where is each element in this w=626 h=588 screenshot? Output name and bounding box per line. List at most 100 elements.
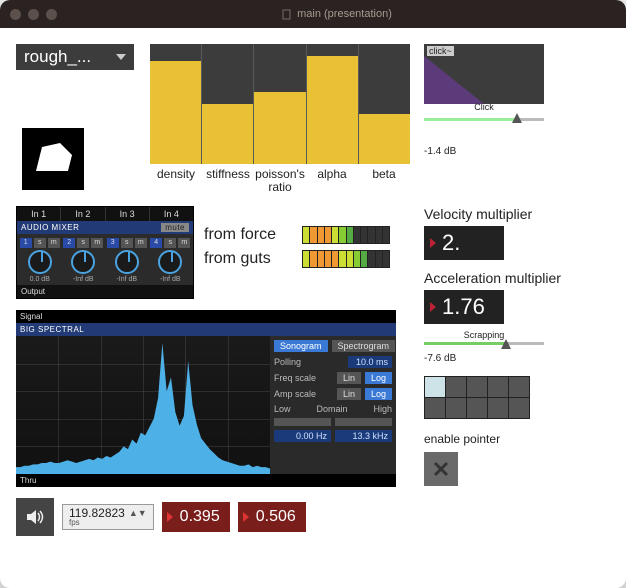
click-slider[interactable]: Click	[424, 110, 544, 136]
channel-num[interactable]: 3	[107, 238, 119, 248]
solo-button[interactable]: s	[164, 238, 176, 248]
grid-button[interactable]	[488, 377, 508, 397]
mixer-tab[interactable]: In 3	[106, 207, 150, 221]
amp-log-button[interactable]: Log	[365, 388, 392, 400]
bar-label: alpha	[306, 168, 358, 194]
bar-poisson-s-ratio[interactable]	[254, 92, 305, 164]
fps-stepper-icon[interactable]: ▲▼	[129, 509, 147, 518]
bar-label: poisson's ratio	[254, 168, 306, 194]
close-icon[interactable]	[10, 9, 21, 20]
speaker-icon	[24, 506, 46, 528]
gain-knob[interactable]	[28, 250, 52, 274]
domain-low-label: Low	[274, 404, 291, 414]
freq-lin-button[interactable]: Lin	[337, 372, 361, 384]
speaker-toggle[interactable]	[16, 498, 54, 536]
preset-grid[interactable]	[424, 376, 530, 419]
minimize-icon[interactable]	[28, 9, 39, 20]
bottom-value-1[interactable]: 0.395	[162, 502, 230, 532]
gain-knob[interactable]	[158, 250, 182, 274]
velocity-multiplier-block: Velocity multiplier 2.	[424, 206, 532, 260]
window-title: main (presentation)	[297, 8, 392, 20]
freq-log-button[interactable]: Log	[365, 372, 392, 384]
channel-db: 0.0 dB	[19, 276, 61, 283]
grid-button[interactable]	[488, 398, 508, 418]
mute-button[interactable]: m	[91, 238, 103, 248]
grid-button[interactable]	[509, 377, 529, 397]
grid-button[interactable]	[446, 398, 466, 418]
object-shape-preview	[22, 128, 84, 190]
document-icon	[281, 9, 292, 20]
grid-button[interactable]	[467, 377, 487, 397]
bar-label: stiffness	[202, 168, 254, 194]
meter-label: from force	[204, 226, 294, 244]
mute-button[interactable]: m	[135, 238, 147, 248]
polling-value[interactable]: 10.0 ms	[348, 356, 392, 368]
mute-button[interactable]: m	[178, 238, 190, 248]
bar-beta[interactable]	[359, 114, 410, 164]
zoom-icon[interactable]	[46, 9, 57, 20]
grid-button[interactable]	[446, 377, 466, 397]
level-meters: from forcefrom guts	[204, 226, 404, 274]
window-controls[interactable]	[10, 9, 57, 20]
level-meter	[302, 226, 390, 244]
material-bars[interactable]: densitystiffnesspoisson's ratioalphabeta	[150, 44, 410, 194]
grid-button[interactable]	[509, 398, 529, 418]
bar-stiffness[interactable]	[202, 104, 253, 164]
preset-label: rough_...	[24, 47, 91, 67]
click-slider-thumb[interactable]	[512, 113, 522, 123]
scrapping-slider[interactable]: Scrapping -7.6 dB	[424, 330, 544, 364]
sonogram-tab[interactable]: Sonogram	[274, 340, 328, 352]
fps-display[interactable]: 119.82823 ▲▼ fps	[62, 504, 154, 530]
enable-pointer-toggle[interactable]	[424, 452, 458, 486]
freq-max-value[interactable]: 13.3 kHz	[335, 430, 392, 442]
freq-scale-label: Freq scale	[274, 373, 333, 383]
channel-num[interactable]: 2	[63, 238, 75, 248]
mixer-tab[interactable]: In 4	[150, 207, 193, 221]
fps-unit: fps	[69, 519, 80, 527]
gain-knob[interactable]	[115, 250, 139, 274]
bar-alpha[interactable]	[307, 56, 358, 164]
bar-density[interactable]	[150, 61, 201, 164]
big-spectral: Signal BIG SPECTRAL Sonogram Spectrogram…	[16, 310, 396, 486]
x-icon	[431, 459, 451, 479]
click-graph[interactable]: click~	[424, 44, 544, 104]
mixer-mute-button[interactable]: mute	[161, 223, 189, 232]
acceleration-label: Acceleration multiplier	[424, 270, 561, 286]
grid-button[interactable]	[467, 398, 487, 418]
velocity-value[interactable]: 2.	[424, 226, 504, 260]
spectral-controls: Sonogram Spectrogram Polling 10.0 ms Fre…	[270, 336, 396, 474]
chevron-down-icon	[116, 54, 126, 60]
mixer-tab[interactable]: In 1	[17, 207, 61, 221]
level-meter	[302, 250, 390, 268]
freq-min-value[interactable]: 0.00 Hz	[274, 430, 331, 442]
velocity-label: Velocity multiplier	[424, 206, 532, 222]
domain-low-slider[interactable]	[274, 418, 331, 426]
preset-dropdown[interactable]: rough_...	[16, 44, 134, 70]
spectrogram-tab[interactable]: Spectrogram	[332, 340, 396, 352]
channel-num[interactable]: 4	[150, 238, 162, 248]
gain-knob[interactable]	[71, 250, 95, 274]
spectral-thru-label: Thru	[16, 474, 396, 487]
channel-db: -Inf dB	[106, 276, 148, 283]
domain-high-slider[interactable]	[335, 418, 392, 426]
mute-button[interactable]: m	[48, 238, 60, 248]
spectrum-shape	[16, 336, 270, 474]
domain-label: Domain	[316, 404, 347, 414]
grid-button[interactable]	[425, 377, 445, 397]
bottom-bar: 119.82823 ▲▼ fps 0.395 0.506	[16, 498, 306, 536]
solo-button[interactable]: s	[77, 238, 89, 248]
channel-num[interactable]: 1	[20, 238, 32, 248]
channel-db: -Inf dB	[63, 276, 105, 283]
scrapping-thumb[interactable]	[501, 339, 511, 349]
mixer-tab[interactable]: In 2	[61, 207, 105, 221]
acceleration-value[interactable]: 1.76	[424, 290, 504, 324]
spectral-plot[interactable]	[16, 336, 270, 474]
scrapping-label: Scrapping	[424, 330, 544, 340]
solo-button[interactable]: s	[121, 238, 133, 248]
polling-label: Polling	[274, 357, 344, 367]
amp-lin-button[interactable]: Lin	[337, 388, 361, 400]
bottom-value-2[interactable]: 0.506	[238, 502, 306, 532]
grid-button[interactable]	[425, 398, 445, 418]
bar-label: density	[150, 168, 202, 194]
solo-button[interactable]: s	[34, 238, 46, 248]
